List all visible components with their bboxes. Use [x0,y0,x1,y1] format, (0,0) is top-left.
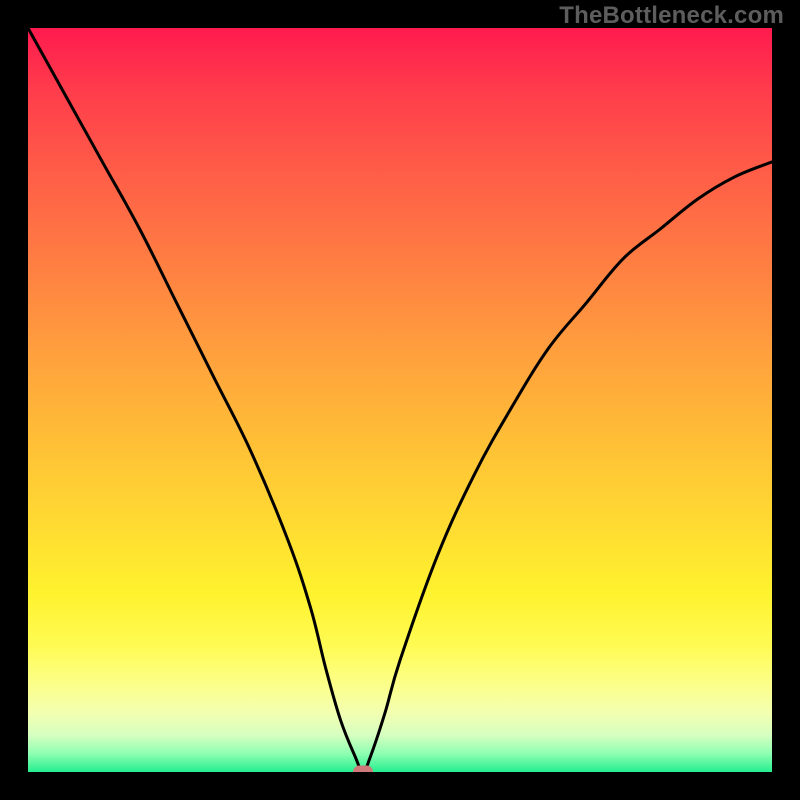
bottleneck-curve [28,28,772,772]
chart-frame: TheBottleneck.com [0,0,800,800]
watermark-text: TheBottleneck.com [559,2,784,30]
optimum-marker [353,766,373,773]
plot-area [28,28,772,772]
